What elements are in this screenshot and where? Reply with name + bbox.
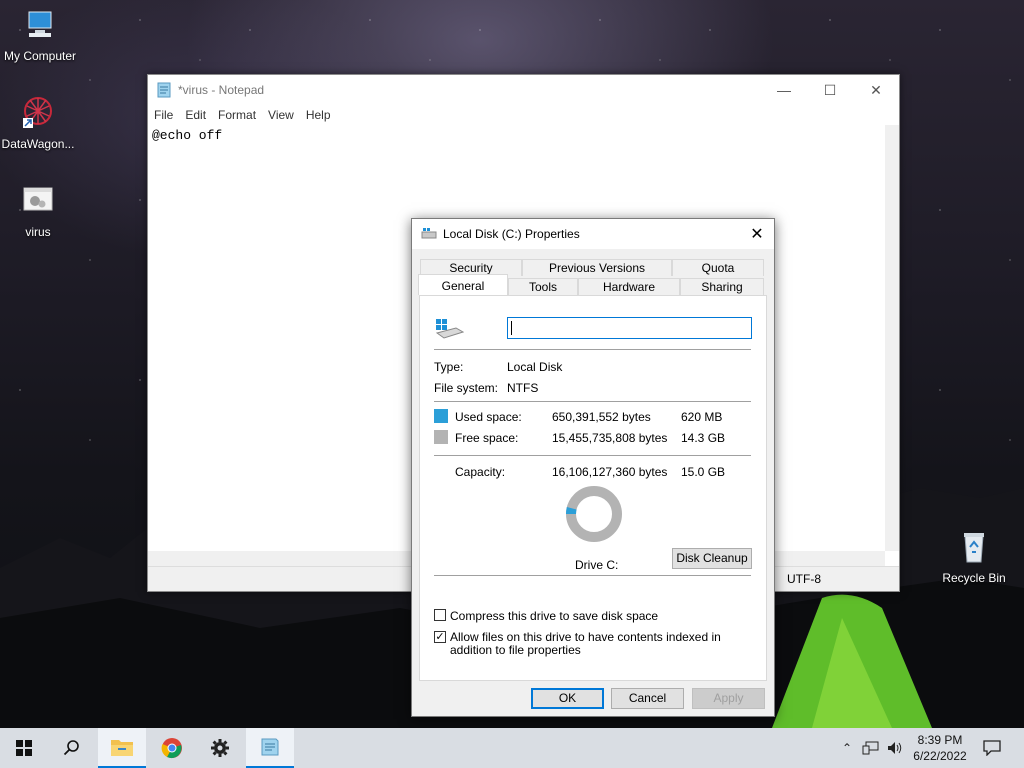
menu-format[interactable]: Format [212,105,262,125]
separator [434,575,751,576]
index-label: Allow files on this drive to have conten… [450,630,721,657]
drive-icon [421,228,437,239]
batch-file-icon [23,187,53,211]
desktop-icon-my-computer[interactable]: My Computer [0,8,80,63]
drive-label: Drive C: [575,558,619,572]
volume-tray[interactable] [884,728,906,768]
filesystem-value: NTFS [507,381,539,395]
chevron-up-icon: ⌃ [841,741,853,755]
tab-previous-versions[interactable]: Previous Versions [522,259,672,276]
index-checkbox[interactable]: ✓ [434,631,446,643]
free-space-swatch [434,430,448,444]
desktop-icon-datawagon[interactable]: DataWagon... [0,96,78,151]
type-label: Type: [434,360,464,374]
taskbar-settings[interactable] [196,728,244,768]
network-tray[interactable] [860,728,882,768]
used-space-bytes: 650,391,552 bytes [552,410,651,424]
filesystem-label: File system: [434,381,499,395]
desktop-icon-label: My Computer [3,49,77,63]
disk-properties-dialog[interactable]: Local Disk (C:) Properties ✕ Security Pr… [411,218,775,717]
capacity-size: 15.0 GB [681,465,726,479]
dialog-close-button[interactable]: ✕ [742,221,772,247]
gear-icon [211,739,229,757]
tab-tools[interactable]: Tools [508,278,578,295]
capacity-label: Capacity: [455,465,506,479]
desktop-icon-label: virus [25,225,51,239]
notepad-icon [157,82,171,98]
apply-button[interactable]: Apply [692,688,765,709]
chrome-icon [161,738,182,759]
clock-time: 8:39 PM [917,733,963,747]
capacity-bytes: 16,106,127,360 bytes [552,465,668,479]
general-tab-panel: Type: Local Disk File system: NTFS Used … [419,295,767,681]
disk-usage-donut-chart [566,486,622,542]
menu-view[interactable]: View [262,105,300,125]
vertical-scrollbar[interactable] [885,125,899,551]
menu-help[interactable]: Help [300,105,337,125]
used-space-size: 620 MB [681,410,723,424]
network-icon [862,741,879,755]
compress-label: Compress this drive to save disk space [450,609,659,623]
computer-icon [28,11,52,37]
clock-date: 6/22/2022 [913,749,967,763]
compress-checkbox[interactable] [434,609,446,621]
notepad-title: *virus - Notepad [178,83,265,97]
ok-button[interactable]: OK [531,688,604,709]
separator [434,401,751,402]
disk-cleanup-button[interactable]: Disk Cleanup [672,548,752,569]
taskbar-chrome[interactable] [148,728,196,768]
desktop-icon-label: DataWagon... [1,137,75,151]
notifications-button[interactable] [978,728,1006,768]
recycle-bin-icon [964,533,984,563]
windows-icon [16,740,32,756]
maximize-button[interactable]: ☐ [807,75,853,105]
menu-file[interactable]: File [148,105,179,125]
volume-label-input[interactable] [507,317,752,339]
free-space-ring [566,486,622,542]
green-tent [772,594,932,728]
tab-row-bottom: General Tools Hardware Sharing [418,274,764,295]
drive-icon [435,319,464,339]
free-space-size: 14.3 GB [681,431,726,445]
show-hidden-icons-button[interactable]: ⌃ [838,728,856,768]
used-space-label: Used space: [455,410,522,424]
dialog-title: Local Disk (C:) Properties [443,227,580,241]
close-button[interactable]: ✕ [853,75,899,105]
notepad-icon [261,738,279,756]
tab-sharing[interactable]: Sharing [680,278,764,295]
tab-quota[interactable]: Quota [672,259,764,276]
separator [434,349,751,350]
desktop-icon-label: Recycle Bin [942,571,1006,585]
tab-hardware[interactable]: Hardware [578,278,680,295]
datawagon-icon [23,97,52,128]
notification-icon [983,740,1001,756]
tab-general[interactable]: General [418,274,508,295]
taskbar-notepad[interactable] [246,728,294,768]
folder-icon [111,740,133,756]
free-space-bytes: 15,455,735,808 bytes [552,431,668,445]
cancel-button[interactable]: Cancel [611,688,684,709]
taskbar: ⌃ 8:39 PM 6/22/2022 [0,728,1024,768]
desktop-icon-recycle-bin[interactable]: Recycle Bin [934,530,1014,585]
search-button[interactable] [48,728,96,768]
encoding-status: UTF-8 [787,572,821,586]
text-caret [511,321,512,335]
start-button[interactable] [0,728,48,768]
dialog-titlebar[interactable]: Local Disk (C:) Properties [412,219,774,249]
type-value: Local Disk [507,360,563,374]
separator [434,455,751,456]
used-space-swatch [434,409,448,423]
clock[interactable]: 8:39 PM 6/22/2022 [905,732,975,764]
free-space-label: Free space: [455,431,519,445]
taskbar-file-explorer[interactable] [98,728,146,768]
notepad-menubar: File Edit Format View Help [148,105,899,125]
minimize-button[interactable]: — [761,75,807,105]
desktop-icon-virus[interactable]: virus [0,184,78,239]
search-icon [63,740,79,756]
menu-edit[interactable]: Edit [179,105,212,125]
speaker-icon [888,742,902,754]
